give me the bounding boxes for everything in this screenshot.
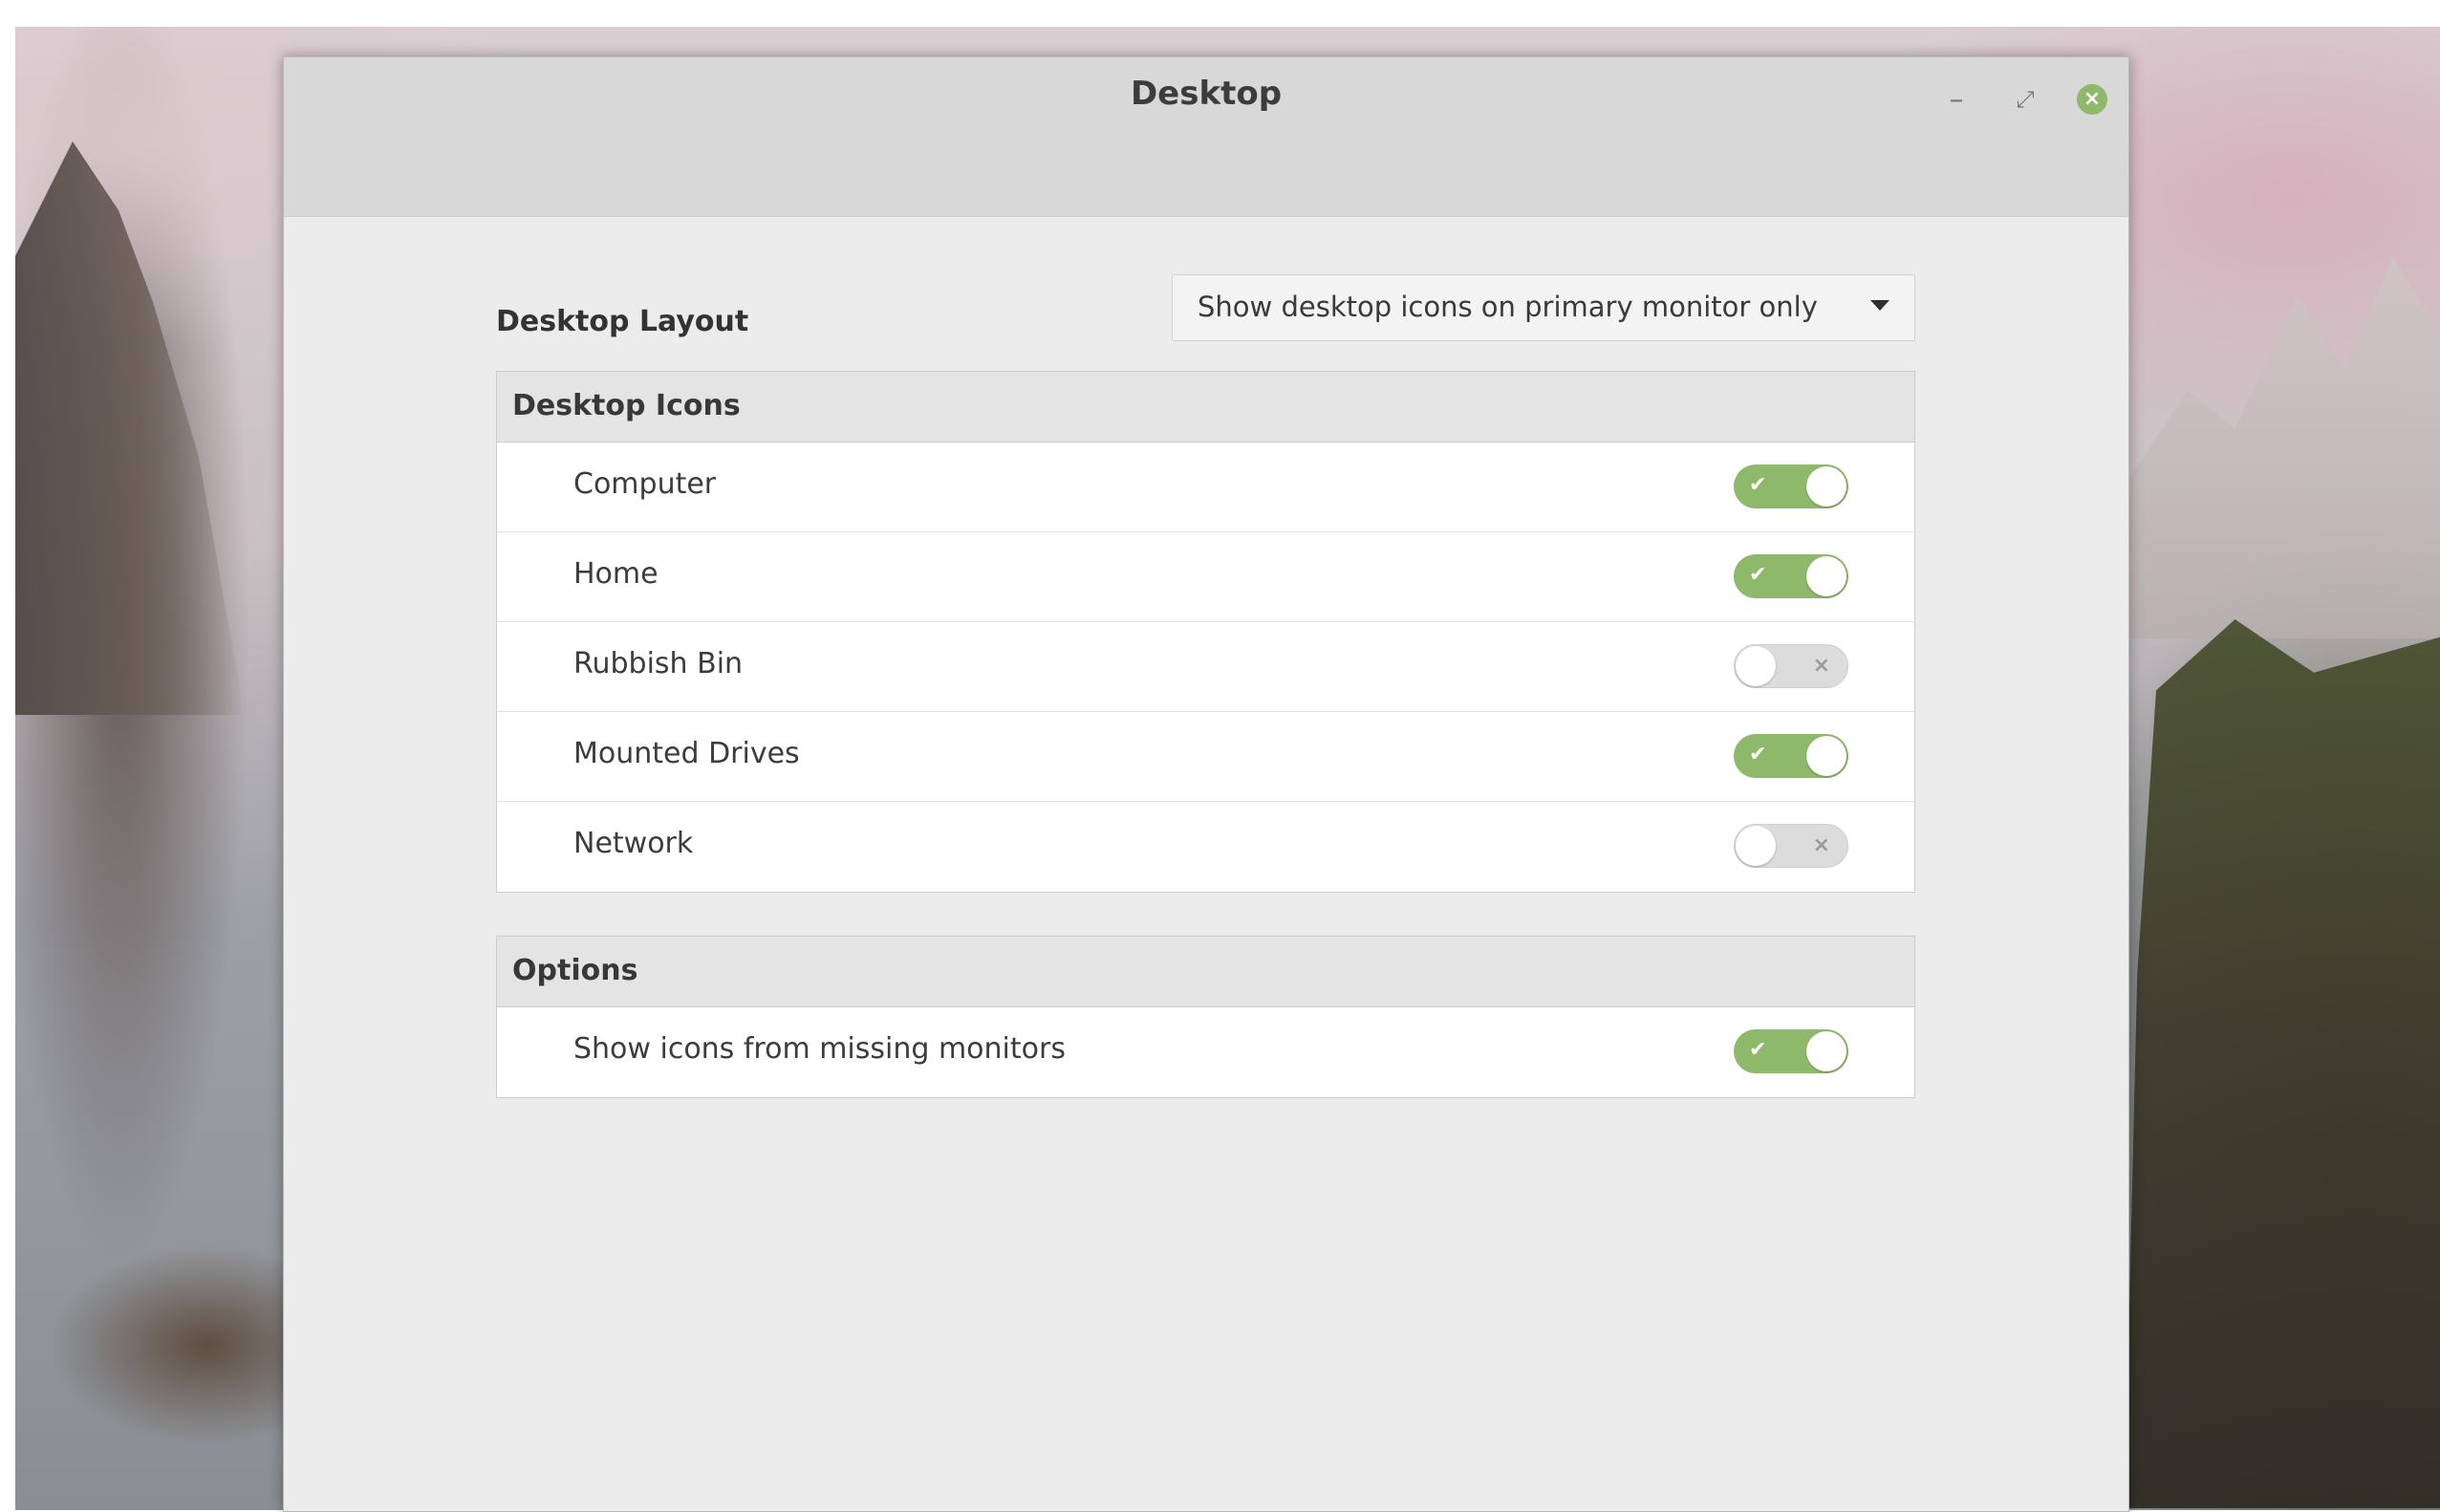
list-item: Rubbish Bin ×	[497, 622, 1914, 712]
desktop-icons-header: Desktop Icons	[512, 389, 741, 422]
close-icon: ×	[2077, 84, 2107, 115]
setting-label: Home	[573, 557, 659, 591]
check-icon: ✔	[1749, 473, 1767, 497]
maximize-icon: ⤢	[2016, 86, 2035, 113]
toggle-knob	[1806, 1031, 1846, 1071]
toggle-knob	[1806, 466, 1846, 507]
chevron-down-icon	[1870, 300, 1889, 311]
close-button[interactable]: ×	[2071, 78, 2113, 120]
options-section: Options Show icons from missing monitors…	[496, 936, 1915, 1098]
desktop-layout-dropdown[interactable]: Show desktop icons on primary monitor on…	[1172, 274, 1915, 341]
check-icon: ✔	[1749, 1038, 1767, 1062]
toggle-switch[interactable]: ✔	[1734, 734, 1848, 778]
section-header: Desktop Icons	[497, 372, 1914, 443]
setting-label: Mounted Drives	[573, 737, 800, 770]
toggle-switch[interactable]: ✔	[1734, 554, 1848, 598]
list-item: Mounted Drives ✔	[497, 712, 1914, 802]
desktop-layout-label: Desktop Layout	[496, 305, 749, 338]
desktop-layout-selected: Show desktop icons on primary monitor on…	[1198, 291, 1818, 323]
window-title: Desktop	[1130, 75, 1283, 113]
list-item: Show icons from missing monitors ✔	[497, 1007, 1914, 1097]
list-item: Home ✔	[497, 532, 1914, 622]
minimize-button[interactable]: –	[1935, 78, 1977, 120]
cross-icon: ×	[1812, 654, 1830, 678]
desktop-icons-section: Desktop Icons Computer ✔ Home ✔ Rubbish Bin ×…	[496, 371, 1915, 893]
setting-label: Rubbish Bin	[573, 647, 744, 680]
setting-label: Computer	[573, 467, 717, 501]
list-item: Computer ✔	[497, 443, 1914, 532]
cross-icon: ×	[1812, 833, 1830, 857]
toggle-switch[interactable]: ×	[1734, 644, 1848, 688]
toggle-switch[interactable]: ×	[1734, 824, 1848, 868]
toggle-knob	[1736, 646, 1776, 686]
wallpaper-cliff	[15, 141, 245, 715]
list-item: Network ×	[497, 802, 1914, 892]
check-icon: ✔	[1749, 563, 1767, 587]
minimize-icon: –	[1949, 82, 1964, 117]
title-bar[interactable]: Desktop – ⤢ ×	[284, 57, 2128, 217]
toggle-knob	[1806, 736, 1846, 776]
desktop-settings-window: Desktop – ⤢ × Desktop Layout Show deskto…	[283, 56, 2129, 1512]
setting-label: Show icons from missing monitors	[573, 1032, 1066, 1066]
section-header: Options	[497, 937, 1914, 1007]
maximize-button[interactable]: ⤢	[2004, 78, 2046, 120]
wallpaper-mountains	[2125, 256, 2440, 638]
toggle-knob	[1736, 826, 1776, 866]
setting-label: Network	[573, 827, 694, 860]
desktop-icons-list: Computer ✔ Home ✔ Rubbish Bin × Mounted Drives…	[497, 443, 1914, 892]
options-header: Options	[512, 954, 638, 987]
wallpaper-rocks	[2125, 619, 2440, 1508]
toggle-switch[interactable]: ✔	[1734, 1029, 1848, 1073]
check-icon: ✔	[1749, 743, 1767, 767]
options-list: Show icons from missing monitors ✔	[497, 1007, 1914, 1097]
toggle-knob	[1806, 556, 1846, 596]
toggle-switch[interactable]: ✔	[1734, 464, 1848, 508]
